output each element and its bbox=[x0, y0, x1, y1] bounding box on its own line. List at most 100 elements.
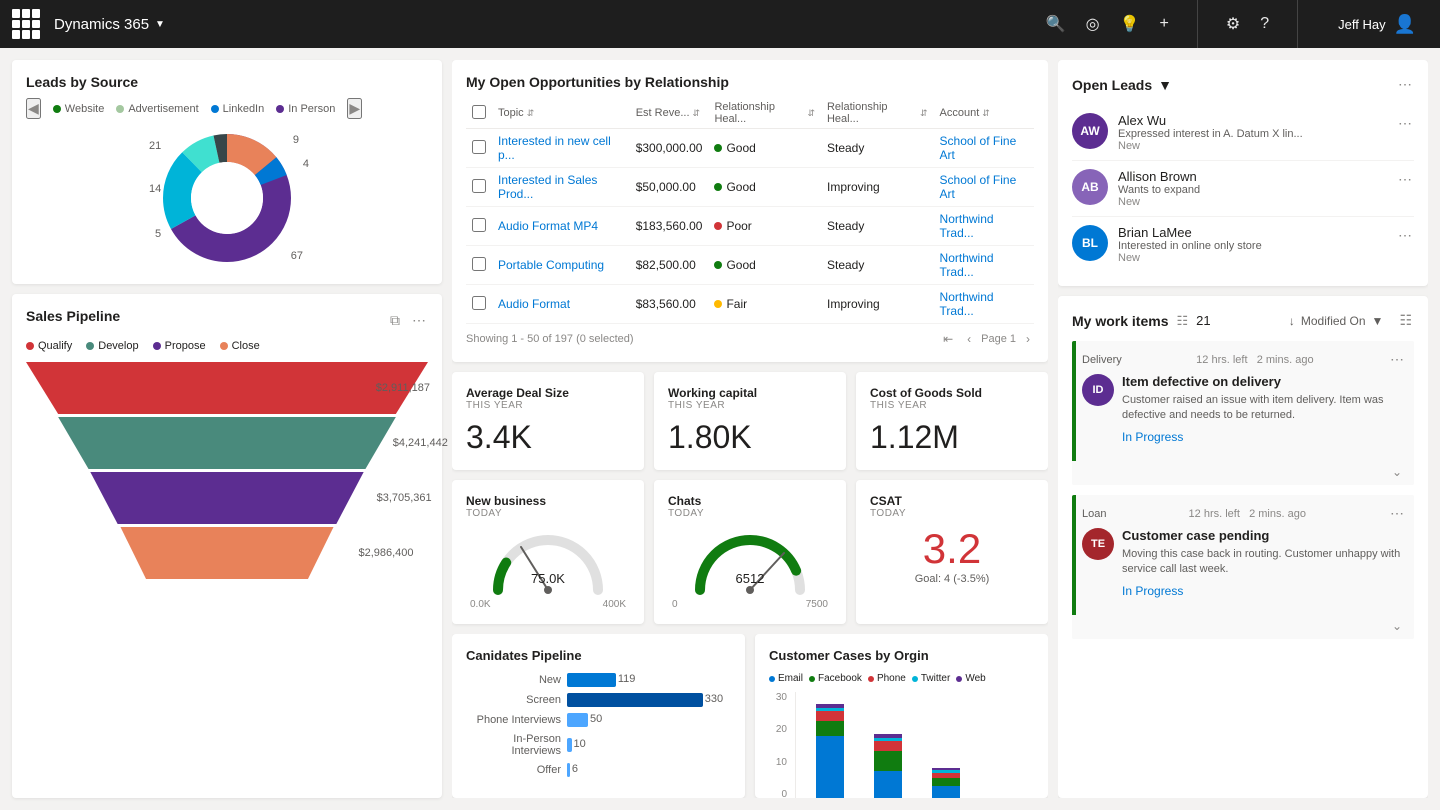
user-menu[interactable]: Jeff Hay 👤 bbox=[1326, 14, 1428, 35]
row-checkbox[interactable] bbox=[472, 296, 486, 310]
kpi-avg-deal: Average Deal Size THIS YEAR 3.4K bbox=[452, 372, 644, 470]
chats-svg: 6512 bbox=[690, 525, 810, 597]
funnel-row-propose: $3,705,361 bbox=[90, 472, 363, 524]
settings-icon[interactable]: ⚙ bbox=[1226, 14, 1240, 34]
account-link[interactable]: School of Fine Art bbox=[940, 173, 1017, 201]
bar-fill-new bbox=[567, 673, 616, 687]
bar-track-screen: 330 bbox=[567, 693, 731, 707]
account-link[interactable]: Northwind Trad... bbox=[940, 251, 994, 279]
bar-row-new: New 119 bbox=[466, 673, 731, 687]
leads-chart: 21 9 4 14 5 67 bbox=[26, 125, 428, 270]
target-icon[interactable]: ◎ bbox=[1086, 14, 1100, 34]
legend-next-button[interactable]: ▶ bbox=[347, 98, 362, 119]
lightbulb-icon[interactable]: 💡 bbox=[1120, 14, 1140, 34]
lead-status-bl: New bbox=[1118, 252, 1386, 264]
next-page-button[interactable]: › bbox=[1022, 330, 1034, 348]
cases-bar-3 bbox=[932, 692, 960, 798]
lead-menu-aw[interactable]: ⋯ bbox=[1396, 113, 1414, 134]
lead-menu-ab[interactable]: ⋯ bbox=[1396, 169, 1414, 190]
prev-page-button[interactable]: ‹ bbox=[963, 330, 975, 348]
row-checkbox[interactable] bbox=[472, 179, 486, 193]
bar-fill-in-person bbox=[567, 738, 572, 752]
donut-label-9: 9 bbox=[293, 134, 299, 146]
work-item-2-menu[interactable]: ⋯ bbox=[1388, 503, 1406, 524]
work-item-1-header: Delivery 12 hrs. left 2 mins. ago ⋯ bbox=[1082, 349, 1406, 370]
close-dot bbox=[220, 342, 228, 350]
work-item-delivery: Delivery 12 hrs. left 2 mins. ago ⋯ ID I… bbox=[1072, 341, 1414, 485]
new-business-svg: 75.0K bbox=[488, 525, 608, 597]
search-icon[interactable]: 🔍 bbox=[1046, 14, 1066, 34]
account-sort-icon[interactable]: ⇵ bbox=[982, 108, 990, 119]
topic-link[interactable]: Interested in Sales Prod... bbox=[498, 173, 597, 201]
app-title-chevron: ▼ bbox=[155, 19, 165, 30]
work-filter-icon[interactable]: ☷ bbox=[1397, 310, 1414, 331]
leads-title: Leads by Source bbox=[26, 74, 428, 90]
topic-sort-icon[interactable]: ⇵ bbox=[527, 108, 535, 119]
work-item-2-expand-button[interactable]: ⌄ bbox=[1388, 617, 1406, 635]
bar-track-new: 119 bbox=[567, 673, 731, 687]
sort-down-icon: ↓ bbox=[1289, 314, 1295, 328]
work-item-1-expand-button[interactable]: ⌄ bbox=[1388, 463, 1406, 481]
topic-link[interactable]: Interested in new cell p... bbox=[498, 134, 611, 162]
app-launcher-icon[interactable] bbox=[12, 9, 42, 39]
work-item-status-bar-2 bbox=[1072, 495, 1076, 615]
kpi-working-capital: Working capital THIS YEAR 1.80K bbox=[654, 372, 846, 470]
legend-advertisement: Advertisement bbox=[116, 103, 198, 115]
showing-text: Showing 1 - 50 of 197 (0 selected) bbox=[466, 333, 634, 345]
sort-chevron-icon[interactable]: ▼ bbox=[1372, 314, 1384, 328]
open-leads-chevron[interactable]: ▼ bbox=[1158, 77, 1172, 93]
account-link[interactable]: School of Fine Art bbox=[940, 134, 1017, 162]
select-all-checkbox[interactable] bbox=[472, 105, 486, 119]
bar-row-screen: Screen 330 bbox=[466, 693, 731, 707]
account-link[interactable]: Northwind Trad... bbox=[940, 290, 994, 318]
facebook-legend: Facebook bbox=[809, 673, 862, 684]
cases-chart: 30 20 10 0 bbox=[769, 692, 1034, 798]
cases-bar-1 bbox=[816, 692, 844, 798]
work-item-status-bar-1 bbox=[1072, 341, 1076, 461]
svg-text:6512: 6512 bbox=[736, 571, 765, 586]
app-title[interactable]: Dynamics 365 ▼ bbox=[54, 16, 165, 33]
work-item-1-avatar: ID bbox=[1082, 374, 1114, 406]
lead-status-aw: New bbox=[1118, 140, 1386, 152]
main-content: Leads by Source ◀ Website Advertisement … bbox=[0, 48, 1440, 810]
new-business-ticks: 0.0K 400K bbox=[466, 599, 630, 610]
bar-count-in-person: 10 bbox=[574, 738, 586, 750]
work-item-2-desc: Moving this case back in routing. Custom… bbox=[1122, 547, 1406, 578]
bar-count-phone: 50 bbox=[590, 713, 602, 725]
kpi-row: Average Deal Size THIS YEAR 3.4K Working… bbox=[452, 372, 1048, 470]
topic-link[interactable]: Audio Format bbox=[498, 297, 570, 311]
work-item-2-content: Loan 12 hrs. left 2 mins. ago ⋯ TE Custo… bbox=[1072, 495, 1414, 606]
row-checkbox[interactable] bbox=[472, 218, 486, 232]
legend-prev-button[interactable]: ◀ bbox=[26, 98, 41, 119]
bar-count-offer: 6 bbox=[572, 763, 578, 775]
csat-value: 3.2 bbox=[923, 525, 981, 573]
legend-develop: Develop bbox=[86, 340, 138, 352]
topic-link[interactable]: Portable Computing bbox=[498, 258, 604, 272]
lead-menu-bl[interactable]: ⋯ bbox=[1396, 225, 1414, 246]
topic-link[interactable]: Audio Format MP4 bbox=[498, 219, 598, 233]
row-checkbox[interactable] bbox=[472, 140, 486, 154]
lead-name-aw: Alex Wu bbox=[1118, 113, 1386, 128]
row-checkbox[interactable] bbox=[472, 257, 486, 271]
add-icon[interactable]: + bbox=[1160, 15, 1169, 33]
rel-health1-header: Relationship Heal... ⇵ bbox=[714, 101, 815, 125]
leads-by-source-card: Leads by Source ◀ Website Advertisement … bbox=[12, 60, 442, 284]
lead-avatar-ab: AB bbox=[1072, 169, 1108, 205]
first-page-button[interactable]: ⇤ bbox=[939, 330, 957, 348]
rel-health1-sort-icon[interactable]: ⇵ bbox=[807, 108, 815, 119]
pipeline-expand-button[interactable]: ⧉ bbox=[388, 310, 402, 331]
account-link[interactable]: Northwind Trad... bbox=[940, 212, 994, 240]
pipeline-menu-button[interactable]: ⋯ bbox=[410, 310, 428, 331]
revenue-sort-icon[interactable]: ⇵ bbox=[693, 108, 701, 119]
work-item-2-time: 12 hrs. left 2 mins. ago bbox=[1189, 508, 1306, 520]
donut-chart-svg bbox=[147, 128, 307, 268]
develop-dot bbox=[86, 342, 94, 350]
chats-chart: 6512 0 7500 bbox=[668, 525, 832, 610]
open-leads-menu[interactable]: ⋯ bbox=[1396, 74, 1414, 95]
rel-health2-sort-icon[interactable]: ⇵ bbox=[920, 108, 928, 119]
help-icon[interactable]: ? bbox=[1260, 15, 1269, 33]
work-item-1-menu[interactable]: ⋯ bbox=[1388, 349, 1406, 370]
cases-bars-group bbox=[796, 692, 1034, 798]
work-item-2-header: Loan 12 hrs. left 2 mins. ago ⋯ bbox=[1082, 503, 1406, 524]
work-items-title: My work items bbox=[1072, 313, 1168, 329]
